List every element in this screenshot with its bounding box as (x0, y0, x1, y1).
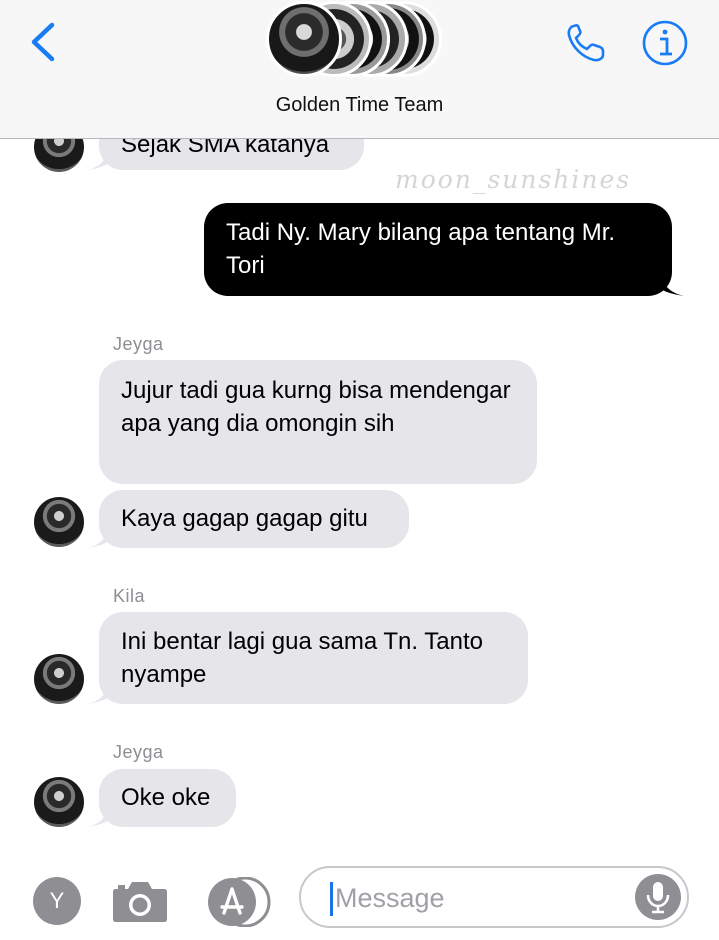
message-bubble[interactable]: Kaya gagap gagap gitu (99, 490, 409, 548)
message-bubble[interactable]: Tadi Ny. Mary bilang apa tentang Mr. Tor… (204, 203, 672, 296)
avatar (34, 497, 84, 547)
message-text: Ini bentar lagi gua sama Tn. Tanto nyamp… (121, 628, 484, 688)
app-store-icon[interactable] (205, 877, 271, 927)
watermark: moon_sunshines (395, 165, 632, 194)
bubble-tail (660, 272, 684, 296)
message-text: Kaya gagap gagap gitu (121, 505, 368, 532)
text-cursor (330, 882, 333, 916)
memoji-letter: Y (49, 888, 65, 913)
message-text: Tadi Ny. Mary bilang apa tentang Mr. Tor… (226, 219, 616, 279)
sender-name: Kila (113, 586, 146, 606)
message-input[interactable]: Message (299, 866, 689, 928)
message-bubble[interactable]: Oke oke (99, 769, 236, 827)
bubble-tail (88, 803, 110, 827)
camera-icon[interactable] (112, 877, 168, 923)
sender-name: Jeyga (113, 742, 164, 762)
message-text: Jujur tadi gua kurng bisa mendengar apa … (121, 377, 511, 437)
compose-toolbar: Y Message (0, 855, 719, 940)
message-input-placeholder: Message (335, 883, 445, 913)
conversation-header: Golden Time Team (0, 0, 719, 139)
memoji-button[interactable]: Y (33, 877, 81, 925)
group-avatar-stack[interactable] (266, 0, 456, 82)
message-bubble[interactable]: Ini bentar lagi gua sama Tn. Tanto nyamp… (99, 612, 528, 704)
microphone-icon[interactable] (635, 874, 681, 920)
avatar (34, 654, 84, 704)
bubble-tail (88, 680, 110, 704)
chevron-left-icon[interactable] (28, 20, 58, 64)
info-icon[interactable] (641, 19, 689, 67)
sender-name: Jeyga (113, 334, 164, 354)
bubble-tail (88, 524, 110, 548)
message-text: Oke oke (121, 784, 211, 811)
message-bubble[interactable]: Jujur tadi gua kurng bisa mendengar apa … (99, 360, 537, 484)
bubble-tail (88, 146, 110, 170)
avatar (34, 777, 84, 827)
avatar (266, 1, 342, 77)
conversation-title[interactable]: Golden Time Team (0, 94, 719, 117)
phone-icon[interactable] (563, 20, 611, 66)
